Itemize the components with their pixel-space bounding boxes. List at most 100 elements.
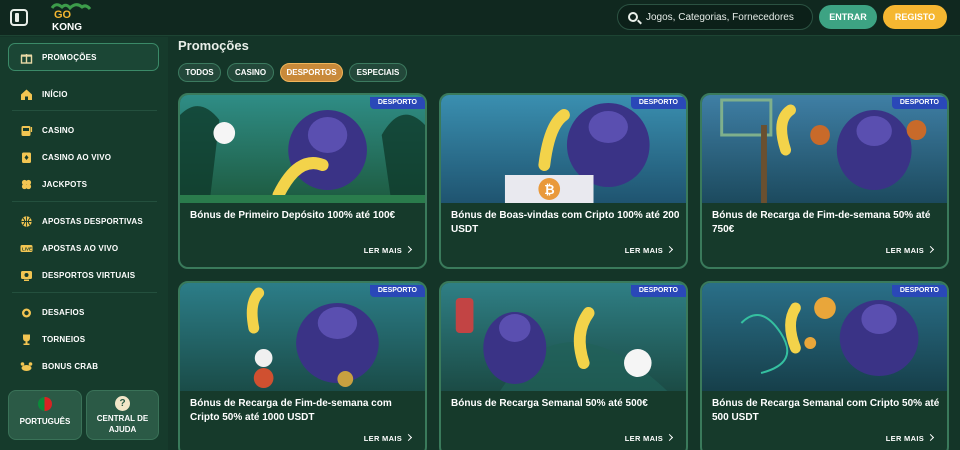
promo-card[interactable]: DESPORTO Bónus de Recarga de Fim-de-sema… bbox=[700, 93, 949, 269]
read-more-link[interactable]: LER MAIS bbox=[624, 433, 674, 443]
category-badge: DESPORTO bbox=[630, 97, 686, 109]
search-icon bbox=[628, 12, 638, 22]
search-input[interactable]: Jogos, Categorias, Fornecedores bbox=[617, 4, 813, 30]
trophy-icon bbox=[20, 333, 33, 346]
gift-icon bbox=[20, 51, 33, 64]
promo-image-gorilla-banana-crypto: ₿ bbox=[441, 95, 686, 203]
help-icon: ? bbox=[115, 396, 130, 411]
login-button[interactable]: ENTRAR bbox=[819, 5, 877, 29]
sidebar-item-bonus-crab[interactable]: BONUS CRAB bbox=[20, 358, 98, 374]
read-more-label: LER MAIS bbox=[624, 434, 663, 443]
slot-machine-icon bbox=[20, 124, 33, 137]
sidebar-divider bbox=[12, 292, 157, 293]
sidebar-item-label: INÍCIO bbox=[42, 89, 68, 99]
search-placeholder: Jogos, Categorias, Fornecedores bbox=[646, 12, 794, 23]
category-badge: DESPORTO bbox=[891, 285, 947, 297]
promo-title: Bónus de Recarga Semanal com Cripto 50% … bbox=[712, 398, 940, 423]
read-more-label: LER MAIS bbox=[363, 246, 402, 255]
promo-image-gorilla-banana-balls bbox=[180, 283, 425, 391]
sidebar-item-tournaments[interactable]: TORNEIOS bbox=[20, 331, 85, 347]
sidebar-item-casino[interactable]: CASINO bbox=[20, 122, 74, 138]
promo-image-gorilla-banana-soccer bbox=[180, 95, 425, 203]
sidebar-item-label: BONUS CRAB bbox=[42, 361, 99, 371]
filter-chip-casino[interactable]: CASINO bbox=[227, 63, 274, 82]
register-button[interactable]: REGISTO bbox=[883, 5, 947, 29]
crab-icon bbox=[20, 360, 33, 373]
sidebar-divider bbox=[12, 110, 157, 111]
sidebar-item-virtual-sports[interactable]: DESPORTOS VIRTUAIS bbox=[20, 267, 135, 283]
promo-image-gorilla-banana-foam-hand bbox=[441, 283, 686, 391]
language-selector-button[interactable]: PORTUGUÊS bbox=[8, 390, 82, 440]
clover-icon bbox=[20, 178, 33, 191]
basketball-icon bbox=[20, 215, 33, 228]
sidebar-item-live-casino[interactable]: CASINO AO VIVO bbox=[20, 149, 111, 165]
help-label-line1: CENTRAL DE bbox=[96, 414, 149, 423]
filter-chip-sports[interactable]: DESPORTOS bbox=[280, 63, 343, 82]
chevron-right-icon bbox=[665, 245, 674, 254]
category-badge: DESPORTO bbox=[630, 285, 686, 297]
svg-text:LIVE: LIVE bbox=[22, 246, 32, 251]
category-badge: DESPORTO bbox=[369, 97, 425, 109]
read-more-label: LER MAIS bbox=[885, 434, 924, 443]
promo-title: Bónus de Recarga de Fim-de-semana com Cr… bbox=[190, 398, 392, 423]
read-more-label: LER MAIS bbox=[363, 434, 402, 443]
promo-title: Bónus de Primeiro Depósito 100% até 100€ bbox=[190, 210, 396, 221]
svg-text:₿: ₿ bbox=[544, 182, 554, 197]
sidebar-item-label: PROMOÇÕES bbox=[42, 52, 97, 62]
promo-card[interactable]: DESPORTO Bónus de Primeiro Depósito 100%… bbox=[178, 93, 427, 269]
go-kong-logo[interactable]: GO KONG bbox=[46, 2, 92, 34]
filter-chip-specials[interactable]: ESPECIAIS bbox=[349, 63, 407, 82]
read-more-link[interactable]: LER MAIS bbox=[885, 245, 935, 255]
sidebar-item-label: DESPORTOS VIRTUAIS bbox=[42, 270, 136, 280]
sidebar-item-label: CASINO bbox=[42, 125, 75, 135]
sidebar-item-label: APOSTAS AO VIVO bbox=[42, 243, 119, 253]
sidebar-item-label: JACKPOTS bbox=[42, 179, 88, 189]
sidebar-item-sports-betting[interactable]: APOSTAS DESPORTIVAS bbox=[20, 213, 143, 229]
promo-title: Bónus de Recarga Semanal 50% até 500€ bbox=[451, 398, 648, 409]
help-label-line2: AJUDA bbox=[108, 425, 137, 434]
language-label: PORTUGUÊS bbox=[19, 417, 71, 426]
portugal-flag-icon bbox=[38, 397, 52, 411]
cards-icon bbox=[20, 151, 33, 164]
sidebar-divider bbox=[12, 201, 157, 202]
read-more-link[interactable]: LER MAIS bbox=[624, 245, 674, 255]
help-center-button[interactable]: ? CENTRAL DE AJUDA bbox=[86, 390, 159, 440]
sidebar-item-challenges[interactable]: DESAFIOS bbox=[20, 304, 85, 320]
promo-title: Bónus de Boas-vindas com Cripto 100% até… bbox=[451, 210, 680, 235]
promo-card[interactable]: DESPORTO Bónus de Recarga Semanal com Cr… bbox=[700, 281, 949, 450]
category-badge: DESPORTO bbox=[369, 285, 425, 297]
read-more-link[interactable]: LER MAIS bbox=[885, 433, 935, 443]
chevron-right-icon bbox=[926, 245, 935, 254]
page-title: Promoções bbox=[178, 38, 249, 53]
sidebar-item-label: TORNEIOS bbox=[42, 334, 86, 344]
chevron-right-icon bbox=[926, 433, 935, 442]
read-more-link[interactable]: LER MAIS bbox=[363, 245, 413, 255]
read-more-label: LER MAIS bbox=[885, 246, 924, 255]
promo-card[interactable]: ₿ DESPORTO Bónus de Boas-vindas com Crip… bbox=[439, 93, 688, 269]
sidebar-item-live-betting[interactable]: LIVE APOSTAS AO VIVO bbox=[20, 240, 118, 256]
svg-text:KONG: KONG bbox=[52, 22, 82, 33]
read-more-link[interactable]: LER MAIS bbox=[363, 433, 413, 443]
svg-text:GO: GO bbox=[54, 9, 72, 21]
virtual-sports-icon bbox=[20, 269, 33, 282]
sidebar-item-label: CASINO AO VIVO bbox=[42, 152, 112, 162]
top-header: GO KONG Jogos, Categorias, Fornecedores … bbox=[0, 0, 960, 36]
chevron-right-icon bbox=[404, 433, 413, 442]
promo-card[interactable]: DESPORTO Bónus de Recarga Semanal 50% at… bbox=[439, 281, 688, 450]
promo-title: Bónus de Recarga de Fim-de-semana 50% at… bbox=[712, 210, 931, 235]
chevron-right-icon bbox=[404, 245, 413, 254]
sidebar-item-promotions[interactable]: PROMOÇÕES bbox=[8, 43, 159, 71]
chevron-right-icon bbox=[665, 433, 674, 442]
sidebar-item-jackpots[interactable]: JACKPOTS bbox=[20, 176, 87, 192]
filter-chip-all[interactable]: TODOS bbox=[178, 63, 221, 82]
promo-image-gorilla-banana-coins bbox=[702, 283, 947, 391]
read-more-label: LER MAIS bbox=[624, 246, 663, 255]
promo-card[interactable]: DESPORTO Bónus de Recarga de Fim-de-sema… bbox=[178, 281, 427, 450]
medal-icon bbox=[20, 306, 33, 319]
menu-toggle-icon[interactable] bbox=[10, 9, 28, 26]
live-icon: LIVE bbox=[20, 242, 33, 255]
promo-image-gorilla-banana-basketball bbox=[702, 95, 947, 203]
sidebar: PROMOÇÕES INÍCIO CASINO CASINO AO VIVO J… bbox=[0, 37, 168, 450]
sidebar-item-home[interactable]: INÍCIO bbox=[20, 86, 68, 102]
category-badge: DESPORTO bbox=[891, 97, 947, 109]
